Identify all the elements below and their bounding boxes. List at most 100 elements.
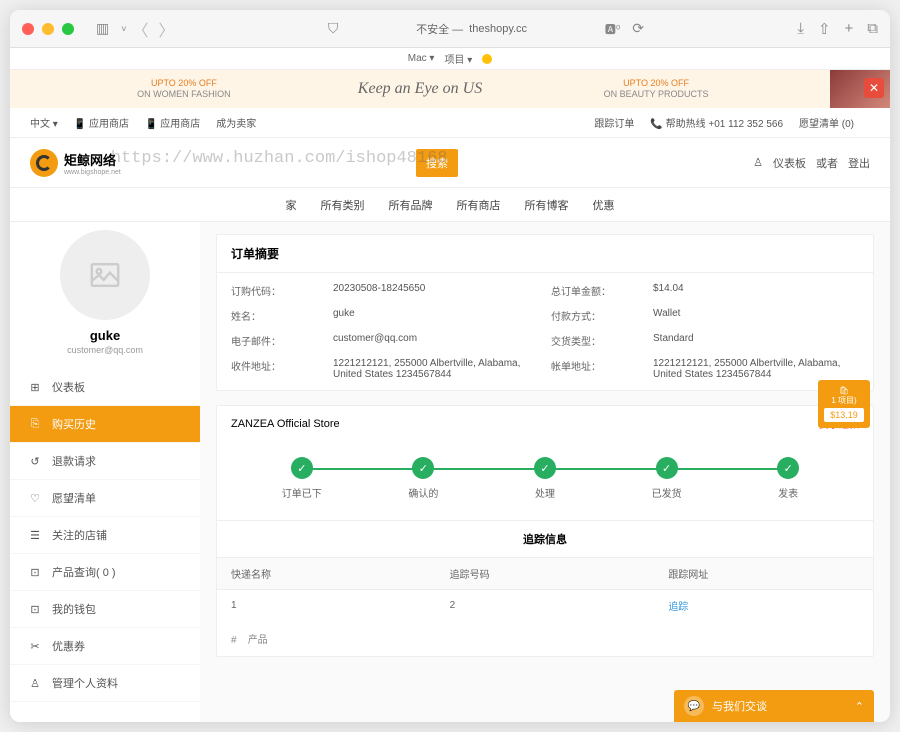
name-value: guke: [333, 308, 539, 323]
menu-label: 管理个人资料: [52, 675, 118, 691]
app-store-link[interactable]: 📱 应用商店: [74, 115, 129, 130]
address-bar[interactable]: 不安全 — theshopy.cc: [344, 21, 599, 37]
browser-titlebar: ▥ ˅ 〈 〉 ⛉ 不安全 — theshopy.cc 🅰⁰ ⟳ ⤓ ⇧ + ⧉: [10, 10, 890, 48]
check-icon: ✓: [534, 457, 556, 479]
back-icon[interactable]: 〈: [133, 17, 149, 41]
sidebar-item-7[interactable]: ✂优惠券: [10, 628, 200, 665]
banner-main-text: Keep an Eye on US: [358, 80, 482, 98]
sidebar-toggle-icon[interactable]: ▥: [96, 20, 109, 37]
nav-blogs[interactable]: 所有博客: [525, 197, 569, 213]
menu-label: 我的钱包: [52, 601, 96, 617]
check-icon: ✓: [412, 457, 434, 479]
order-progress: ✓ 订单已下 ✓ 确认的 ✓ 处理 ✓ 已发货 ✓ 发表: [217, 441, 873, 520]
share-icon[interactable]: ⇧: [818, 20, 831, 38]
check-icon: ✓: [291, 457, 313, 479]
sidebar-item-0[interactable]: ⊞ 仪表板: [10, 369, 200, 406]
menu-label: 产品查询( 0 ): [52, 564, 116, 580]
menu-label: 优惠券: [52, 638, 85, 654]
check-icon: ✓: [777, 457, 799, 479]
nav-shops[interactable]: 所有商店: [457, 197, 501, 213]
menu-icon: ☰: [28, 529, 42, 542]
username: guke: [10, 328, 200, 343]
sidebar-item-6[interactable]: ⊡我的钱包: [10, 591, 200, 628]
step-label: 处理: [535, 485, 555, 500]
dropdown-icon[interactable]: ˅: [121, 24, 126, 34]
menu-label: 仪表板: [52, 379, 85, 395]
total-value: $14.04: [653, 283, 859, 298]
avatar[interactable]: [60, 230, 150, 320]
close-banner-icon[interactable]: ✕: [864, 78, 884, 98]
menu-label: 购买历史: [52, 416, 96, 432]
store-order-card: ZANZEA Official Store 要求退款 ✓订单已下✓确认的✓处理✓…: [216, 405, 874, 657]
progress-step: ✓ 确认的: [363, 457, 485, 500]
menu-icon: ⊞: [28, 381, 42, 394]
track-link[interactable]: 追踪: [668, 602, 688, 613]
nav-coupons[interactable]: 优惠: [593, 197, 615, 213]
step-label: 已发货: [652, 485, 682, 500]
store-name[interactable]: ZANZEA Official Store: [231, 418, 340, 430]
reload-icon[interactable]: ⟳: [632, 20, 644, 37]
logo-icon: [30, 149, 58, 177]
nav-brands[interactable]: 所有品牌: [389, 197, 433, 213]
logout-link[interactable]: 登出: [848, 155, 870, 171]
menu-icon: ♙: [28, 677, 42, 690]
order-summary-card: 订单摘要 订购代码： 20230508-18245650 总订单金额： $14.…: [216, 234, 874, 391]
cart-total: $13.19: [824, 408, 864, 422]
payment-label: 付款方式：: [551, 308, 641, 323]
progress-step: ✓ 订单已下: [241, 457, 363, 500]
menu-icon: ⎘: [28, 418, 42, 431]
hotline: 📞 帮助热线 +01 112 352 566: [650, 115, 783, 130]
nav-home[interactable]: 家: [286, 197, 297, 213]
check-icon: ✓: [656, 457, 678, 479]
sidebar-item-1[interactable]: ⎘ 购买历史: [10, 406, 200, 443]
shiptype-label: 交货类型：: [551, 333, 641, 348]
wishlist-link[interactable]: 愿望清单 (0): [799, 115, 854, 130]
language-select[interactable]: 中文 ▾: [30, 115, 58, 130]
th-tracking-url: 跟踪网址: [654, 558, 873, 590]
total-label: 总订单金额：: [551, 283, 641, 298]
site-logo[interactable]: 矩鲸网络www.bigshope.net: [30, 149, 121, 177]
translate-icon[interactable]: 🅰⁰: [605, 21, 620, 37]
billaddr-value: 1221212121, 255000 Albertville, Alabama,…: [653, 358, 859, 380]
app-store-link[interactable]: 📱 应用商店: [145, 115, 200, 130]
sidebar-item-4[interactable]: ☰关注的店铺: [10, 517, 200, 554]
become-seller-link[interactable]: 成为卖家: [216, 115, 256, 130]
payment-value: Wallet: [653, 308, 859, 323]
sidebar-item-5[interactable]: ⊡产品查询( 0 ): [10, 554, 200, 591]
menu-icon: ♡: [28, 492, 42, 505]
user-email: customer@qq.com: [10, 345, 200, 355]
email-label: 电子邮件：: [231, 333, 321, 348]
floating-cart[interactable]: 🛍 1 项目) $13.19: [818, 380, 870, 428]
user-icon: ♙: [753, 156, 763, 169]
tracking-no-value: 2: [436, 590, 655, 622]
search-button[interactable]: 搜索: [416, 149, 458, 177]
billaddr-label: 帐单地址：: [551, 358, 641, 380]
step-label: 发表: [778, 485, 798, 500]
close-window-icon[interactable]: [22, 23, 34, 35]
minimize-window-icon[interactable]: [42, 23, 54, 35]
maximize-window-icon[interactable]: [62, 23, 74, 35]
status-dot-icon: [482, 54, 492, 64]
step-label: 确认的: [408, 485, 438, 500]
dashboard-link[interactable]: 仪表板: [773, 155, 806, 171]
chat-widget[interactable]: 💬 与我们交谈 ⌃: [674, 690, 874, 722]
track-order-link[interactable]: 跟踪订单: [594, 115, 634, 130]
sidebar-item-3[interactable]: ♡愿望清单: [10, 480, 200, 517]
tabs-icon[interactable]: ⧉: [867, 20, 878, 38]
download-icon[interactable]: ⤓: [797, 20, 804, 38]
sidebar-item-8[interactable]: ♙ 管理个人资料: [10, 665, 200, 702]
table-row: 1 2 追踪: [217, 590, 873, 622]
chat-icon: 💬: [684, 696, 704, 716]
bookmark-item[interactable]: 项目 ▾: [444, 51, 472, 66]
th-tracking-no: 追踪号码: [436, 558, 655, 590]
new-tab-icon[interactable]: +: [845, 20, 854, 38]
shield-icon[interactable]: ⛉: [328, 20, 339, 37]
forward-icon[interactable]: 〉: [159, 17, 175, 41]
step-label: 订单已下: [282, 485, 322, 500]
sidebar-item-2[interactable]: ↺退款请求: [10, 443, 200, 480]
nav-categories[interactable]: 所有类别: [321, 197, 365, 213]
bookmark-item[interactable]: Mac ▾: [408, 53, 435, 64]
order-code-label: 订购代码：: [231, 283, 321, 298]
user-sidebar: guke customer@qq.com ⊞ 仪表板 ⎘ 购买历史 ↺退款请求♡愿望清单…: [10, 222, 200, 722]
courier-value: 1: [217, 590, 436, 622]
